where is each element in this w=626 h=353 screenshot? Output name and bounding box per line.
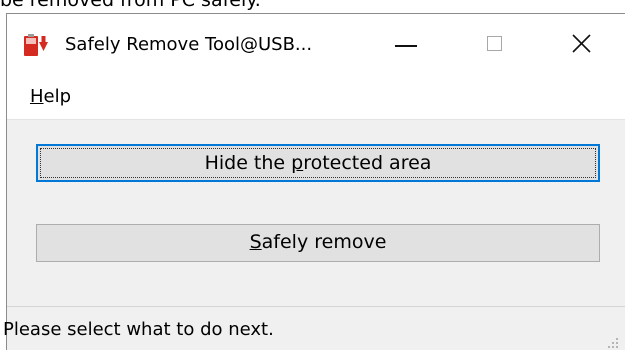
hide-button-label-start: Hide the xyxy=(204,152,292,174)
minimize-button[interactable] xyxy=(373,14,441,77)
usb-drive-red-icon xyxy=(23,34,49,58)
menu-help-label: elp xyxy=(43,86,72,107)
background-caption-text: be removed from PC safely. xyxy=(0,0,261,11)
hide-button-mnemonic: p xyxy=(291,152,304,174)
hide-protected-area-button[interactable]: Hide the protected area xyxy=(36,144,600,182)
maximize-button[interactable] xyxy=(463,14,531,77)
app-window: Safely Remove Tool@USB... Help Hide the … xyxy=(3,13,625,350)
remove-button-label: afely remove xyxy=(261,231,387,253)
status-bar: Please select what to do next. xyxy=(3,306,625,350)
status-text: Please select what to do next. xyxy=(3,319,274,340)
hide-button-label-end: rotected area xyxy=(303,152,432,174)
menu-help[interactable]: Help xyxy=(28,83,73,111)
close-button[interactable] xyxy=(535,14,625,77)
resize-grip-icon[interactable] xyxy=(607,334,619,348)
safely-remove-button[interactable]: Safely remove xyxy=(36,224,600,262)
title-bar[interactable]: Safely Remove Tool@USB... xyxy=(7,14,625,77)
remove-button-mnemonic: S xyxy=(249,231,262,253)
window-title: Safely Remove Tool@USB... xyxy=(65,34,313,55)
menu-bar: Help xyxy=(7,77,625,120)
minimize-icon xyxy=(395,45,417,47)
menu-help-mnemonic: H xyxy=(30,86,44,107)
maximize-icon xyxy=(487,36,502,51)
